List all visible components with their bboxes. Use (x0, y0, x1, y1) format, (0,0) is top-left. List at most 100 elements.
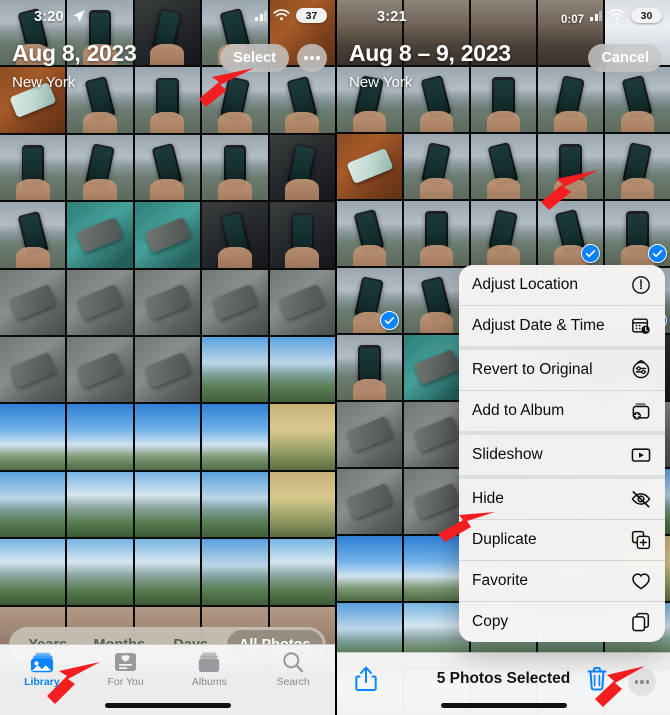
photo-thumbnail[interactable] (134, 471, 201, 538)
photo-thumbnail[interactable] (134, 202, 201, 268)
search-icon (280, 651, 306, 673)
tab-albums[interactable]: Albums (168, 651, 252, 688)
photo-thumbnail[interactable] (67, 269, 133, 336)
heart-icon (630, 570, 652, 592)
photo-thumbnail[interactable] (202, 134, 268, 201)
menu-item-add-to-album[interactable]: Add to Album (459, 391, 665, 435)
photo-thumbnail[interactable] (134, 539, 201, 605)
menu-item-adjust-date-time[interactable]: Adjust Date & Time (459, 306, 665, 350)
photo-thumbnail[interactable] (67, 471, 133, 538)
photo-thumbnail[interactable] (269, 404, 335, 470)
photo-thumbnail[interactable] (0, 404, 66, 470)
photo-thumbnail[interactable] (202, 202, 268, 268)
photo-thumbnail[interactable] (67, 202, 133, 268)
photo-thumbnail[interactable] (605, 134, 670, 199)
wifi-icon (608, 9, 625, 21)
photo-thumbnail[interactable] (202, 269, 268, 336)
menu-item-adjust-location[interactable]: Adjust Location (459, 265, 665, 306)
context-menu[interactable]: Adjust Location Adjust Date & Time Revert … (459, 265, 665, 642)
photo-thumbnail[interactable] (269, 269, 335, 336)
status-time: 3:21 (377, 9, 407, 25)
menu-item-slideshow[interactable]: Slideshow (459, 435, 665, 479)
photo-thumbnail[interactable] (0, 202, 66, 268)
location-arrow-icon (73, 10, 85, 22)
tab-for-you-label: For You (107, 676, 144, 688)
arrow-to-more-options-button (593, 664, 649, 710)
play-rectangle-icon (630, 444, 652, 466)
menu-item-revert-to-original[interactable]: Revert to Original (459, 350, 665, 391)
photo-thumbnail[interactable] (67, 539, 133, 605)
photo-thumbnail[interactable] (134, 134, 201, 201)
arrow-to-hide-menu-item (433, 510, 497, 544)
photo-thumbnail[interactable] (134, 269, 201, 336)
photo-thumbnail[interactable] (269, 337, 335, 403)
photo-thumbnail[interactable] (0, 269, 66, 336)
photo-thumbnail[interactable] (337, 335, 402, 400)
photo-thumbnail[interactable] (202, 404, 268, 470)
video-duration-label: 0:07 (561, 14, 585, 26)
home-indicator (440, 703, 567, 708)
cellular-signal-icon (255, 10, 267, 21)
photo-thumbnail[interactable] (0, 337, 66, 403)
photo-thumbnail[interactable] (404, 134, 469, 199)
photo-thumbnail[interactable] (202, 539, 268, 605)
menu-item-label: Adjust Date & Time (472, 317, 605, 334)
location-pin-icon (630, 274, 652, 296)
photo-thumbnail[interactable] (67, 134, 133, 201)
photo-thumbnail[interactable] (471, 201, 536, 266)
photo-thumbnail[interactable] (337, 469, 402, 534)
photo-thumbnail[interactable] (202, 471, 268, 538)
left-header: Aug 8, 2023 New York Select (0, 40, 335, 114)
add-to-album-icon (630, 400, 652, 422)
copy-icon (630, 611, 652, 633)
tab-albums-label: Albums (191, 676, 227, 688)
photo-thumbnail[interactable] (471, 134, 536, 199)
eye-slash-icon (630, 488, 652, 510)
albums-icon (196, 651, 222, 673)
photo-thumbnail[interactable] (337, 536, 402, 601)
photo-thumbnail[interactable] (0, 134, 66, 201)
more-options-button[interactable] (297, 44, 327, 72)
right-status-bar: 3:21 0:07 30 (337, 0, 670, 36)
photo-thumbnail[interactable] (0, 539, 66, 605)
cancel-button[interactable]: Cancel (588, 44, 662, 72)
photo-thumbnail[interactable] (202, 337, 268, 403)
for-you-icon (113, 651, 139, 673)
photo-thumbnail[interactable] (67, 337, 133, 403)
selection-checkmark[interactable] (581, 244, 600, 263)
status-indicators: 30 (590, 8, 662, 23)
menu-item-label: Add to Album (472, 402, 565, 419)
right-header: Aug 8 – 9, 2023 New York Cancel (337, 40, 670, 114)
arrow-to-selected-photo (531, 168, 601, 212)
page-title: Aug 8, 2023 (12, 40, 137, 66)
tab-search[interactable]: Search (251, 651, 335, 688)
photo-thumbnail[interactable] (337, 268, 402, 333)
photo-thumbnail[interactable] (337, 402, 402, 467)
menu-item-favorite[interactable]: Favorite (459, 561, 665, 602)
screenshot-root: 3:20 37 Aug 8, 2023 New York Select Libr… (0, 0, 670, 715)
photo-thumbnail[interactable] (337, 201, 402, 266)
photo-thumbnail[interactable] (0, 471, 66, 538)
page-subtitle: New York (12, 74, 76, 91)
menu-item-copy[interactable]: Copy (459, 602, 665, 642)
status-time: 3:20 (34, 9, 64, 25)
revert-icon (630, 359, 652, 381)
page-title: Aug 8 – 9, 2023 (349, 40, 511, 66)
photo-thumbnail[interactable] (269, 202, 335, 268)
photo-thumbnail[interactable] (67, 404, 133, 470)
photo-thumbnail[interactable] (337, 134, 402, 199)
tab-search-label: Search (276, 676, 310, 688)
photo-thumbnail[interactable] (269, 539, 335, 605)
left-phone-screen: 3:20 37 Aug 8, 2023 New York Select Libr… (0, 0, 335, 715)
photo-thumbnail[interactable] (269, 134, 335, 201)
selection-checkmark[interactable] (648, 244, 667, 263)
selection-checkmark[interactable] (380, 311, 399, 330)
photo-thumbnail[interactable] (269, 471, 335, 538)
photo-thumbnail[interactable] (134, 337, 201, 403)
photo-thumbnail[interactable] (134, 404, 201, 470)
menu-item-label: Hide (472, 490, 504, 507)
photo-thumbnail[interactable] (605, 201, 670, 266)
photo-thumbnail[interactable] (404, 201, 469, 266)
battery-indicator: 37 (296, 8, 327, 23)
status-indicators: 37 (255, 8, 327, 23)
